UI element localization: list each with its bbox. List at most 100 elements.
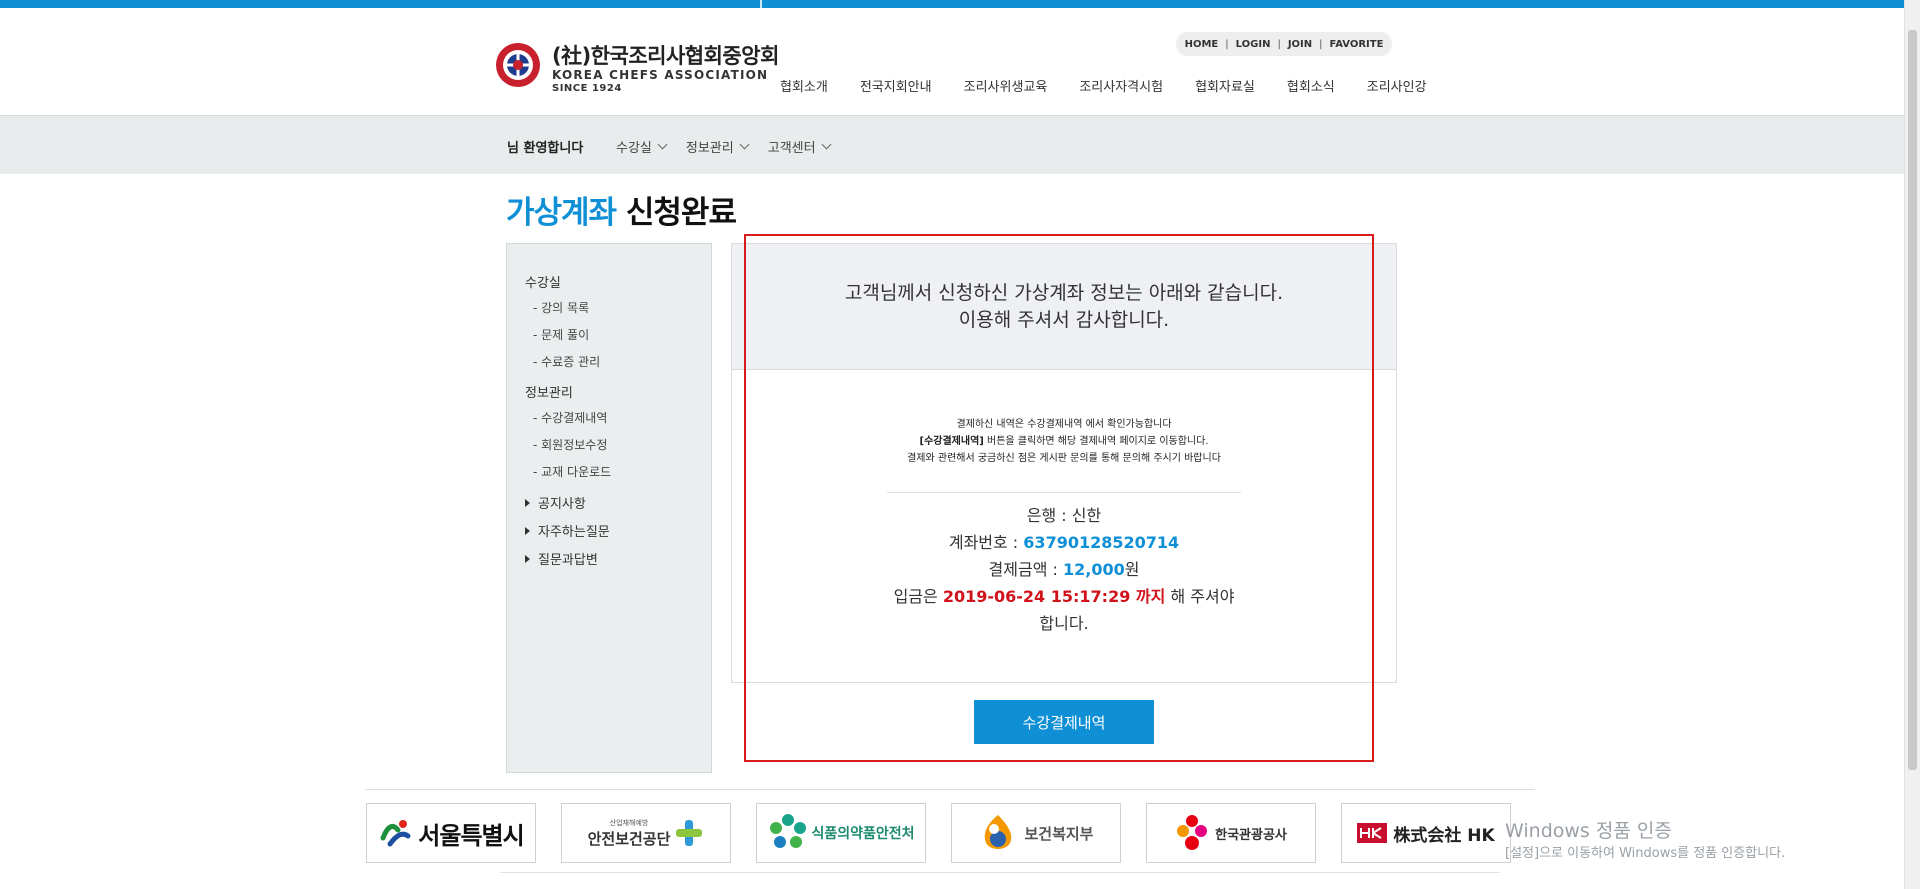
- sidebar-group-classroom[interactable]: 수강실: [525, 272, 561, 291]
- submenu-info-management[interactable]: 정보관리: [685, 137, 750, 156]
- util-separator: |: [1277, 38, 1281, 50]
- util-separator: |: [1319, 38, 1323, 50]
- sidebar-link-label: 공지사항: [538, 497, 586, 512]
- caret-right-icon: [525, 498, 530, 507]
- sidebar-item-problem-solving[interactable]: - 문제 풀이: [533, 326, 589, 343]
- member-menu: 수강실 정보관리 고객센터: [616, 137, 850, 156]
- sidebar-link-faq[interactable]: 자주하는질문: [525, 521, 610, 540]
- sidebar-link-label: 질문과답변: [538, 553, 598, 568]
- deadline-prefix: 입금은: [893, 587, 943, 606]
- message-line-2: 이용해 주셔서 감사합니다.: [958, 309, 1170, 331]
- association-emblem-icon: [496, 43, 540, 87]
- sidebar-item-edit-profile[interactable]: - 회원정보수정: [533, 436, 607, 453]
- mohw-logo-icon: [985, 815, 1012, 849]
- notice-line-1: 결제하신 내역은 수강결제내역 에서 확인가능합니다: [956, 419, 1172, 430]
- logo-english-name: KOREA CHEFS ASSOCIATION: [552, 68, 769, 82]
- scrollbar-thumb[interactable]: [1908, 30, 1917, 770]
- caret-right-icon: [525, 554, 530, 563]
- bank-label: 은행 :: [1026, 506, 1072, 525]
- partner-name: 안전보건공단: [587, 829, 671, 848]
- mfds-logo-icon: [770, 814, 807, 848]
- top-bar-divider: [760, 0, 762, 8]
- nav-resources[interactable]: 협회자료실: [1195, 76, 1255, 95]
- message-line-1: 고객님께서 신청하신 가상계좌 정보는 아래와 같습니다.: [844, 282, 1284, 304]
- submenu-label: 정보관리: [685, 141, 734, 156]
- deadline-row: 입금은 2019-06-24 15:17:29 까지 해 주셔야 합니다.: [887, 583, 1241, 637]
- util-favorite-link[interactable]: FAVORITE: [1330, 39, 1384, 50]
- notice-line-2-rest: 버튼을 클릭하면 해당 결제내역 페이지로 이동합니다.: [983, 436, 1209, 447]
- partner-kosha[interactable]: 산업재해예방 안전보건공단: [561, 803, 731, 863]
- sidebar: 수강실 - 강의 목록 - 문제 풀이 - 수료증 관리 정보관리 - 수강결제…: [506, 243, 712, 773]
- bank-value: 신한: [1071, 506, 1102, 525]
- main-navigation: 협회소개 전국지회안내 조리사위생교육 조리사자격시험 협회자료실 협회소식 조…: [780, 76, 1427, 95]
- account-number-label: 계좌번호 :: [948, 533, 1024, 552]
- partner-mohw[interactable]: 보건복지부: [951, 803, 1121, 863]
- nav-online-lectures[interactable]: 조리사인강: [1367, 76, 1427, 95]
- footer-divider: [365, 789, 1535, 790]
- cross-logo-icon: [676, 820, 703, 846]
- notice-line-2: [수강결제내역] 버튼을 클릭하면 해당 결제내역 페이지로 이동합니다.: [732, 433, 1396, 450]
- page-title-rest: 신청완료: [616, 195, 737, 231]
- logo-since: SINCE 1924: [552, 83, 622, 94]
- page-title-highlight: 가상계좌: [506, 195, 617, 231]
- nav-about[interactable]: 협회소개: [780, 76, 828, 95]
- partner-kto[interactable]: 한국관광공사: [1146, 803, 1316, 863]
- util-join-link[interactable]: JOIN: [1288, 39, 1312, 50]
- sidebar-link-qna[interactable]: 질문과답변: [525, 549, 598, 568]
- amount-label: 결제금액 :: [988, 560, 1063, 579]
- welcome-text: 님 환영합니다: [507, 141, 584, 156]
- nav-branches[interactable]: 전국지회안내: [860, 76, 932, 95]
- amount-value: 12,000: [1062, 560, 1125, 579]
- logo-korean-name: (社)한국조리사협회중앙회: [552, 44, 779, 68]
- sidebar-item-certificate[interactable]: - 수료증 관리: [533, 353, 600, 370]
- member-subbar: 님 환영합니다 수강실 정보관리 고객센터: [0, 115, 1920, 174]
- sidebar-item-textbook-download[interactable]: - 교재 다운로드: [533, 463, 611, 480]
- submenu-classroom[interactable]: 수강실: [616, 137, 668, 156]
- partner-name: 서울특별시: [418, 821, 524, 850]
- partner-caption: 산업재해예방: [609, 818, 649, 827]
- sidebar-link-label: 자주하는질문: [538, 525, 610, 540]
- partner-mfds[interactable]: 식품의약품안전처: [756, 803, 926, 863]
- submenu-customer-center[interactable]: 고객센터: [767, 137, 832, 156]
- nav-news[interactable]: 협회소식: [1287, 76, 1335, 95]
- chevron-down-icon: [821, 139, 832, 150]
- site-logo[interactable]: (社)한국조리사협회중앙회 KOREA CHEFS ASSOCIATION SI…: [494, 38, 779, 98]
- account-info: 은행 : 신한 계좌번호 : 63790128520714 결제금액 : 12,…: [732, 502, 1396, 637]
- windows-activation-subtitle: [설정]으로 이동하여 Windows를 정품 인증합니다.: [1505, 846, 1786, 861]
- notice-line-3: 결제와 관련해서 궁금하신 점은 게시판 문의를 통해 문의해 주시기 바랍니다: [907, 453, 1221, 464]
- amount-unit: 원: [1124, 560, 1140, 579]
- amount-row: 결제금액 : 12,000원: [732, 556, 1396, 583]
- chevron-down-icon: [739, 139, 750, 150]
- hk-logo-icon: [1357, 823, 1388, 843]
- util-separator: |: [1225, 38, 1229, 50]
- windows-activation-title: Windows 정품 인증: [1505, 820, 1672, 842]
- account-number-row: 계좌번호 : 63790128520714: [732, 529, 1396, 556]
- page-title: 가상계좌 신청완료: [506, 187, 737, 232]
- footer-bottom-line: [500, 872, 1500, 873]
- content-divider: [887, 492, 1241, 493]
- util-home-link[interactable]: HOME: [1185, 39, 1219, 50]
- sidebar-group-info[interactable]: 정보관리: [525, 382, 573, 401]
- payment-notice: 결제하신 내역은 수강결제내역 에서 확인가능합니다 [수강결제내역] 버튼을 …: [732, 416, 1396, 467]
- chevron-down-icon: [657, 139, 668, 150]
- partner-name: 株式会社 HK: [1393, 825, 1495, 846]
- seoul-logo-icon: [380, 820, 411, 847]
- partner-hk[interactable]: 株式会社 HK: [1341, 803, 1511, 863]
- partner-name: 한국관광공사: [1215, 827, 1287, 843]
- notice-line-2-strong: [수강결제내역]: [919, 436, 984, 447]
- partner-seoul[interactable]: 서울특별시: [366, 803, 536, 863]
- nav-license-exam[interactable]: 조리사자격시험: [1079, 76, 1163, 95]
- vertical-scrollbar[interactable]: [1904, 0, 1920, 889]
- sidebar-item-lecture-list[interactable]: - 강의 목록: [533, 299, 589, 316]
- submenu-label: 고객센터: [767, 141, 816, 156]
- kto-logo-icon: [1177, 815, 1208, 850]
- payment-history-button[interactable]: 수강결제내역: [974, 700, 1154, 744]
- partner-name: 식품의약품안전처: [811, 826, 915, 842]
- sidebar-item-payment-history[interactable]: - 수강결제내역: [533, 409, 607, 426]
- submenu-label: 수강실: [616, 141, 652, 156]
- message-box: 고객님께서 신청하신 가상계좌 정보는 아래와 같습니다. 이용해 주셔서 감사…: [732, 244, 1396, 370]
- nav-hygiene-education[interactable]: 조리사위생교육: [964, 76, 1048, 95]
- util-login-link[interactable]: LOGIN: [1236, 39, 1271, 50]
- sidebar-link-notice[interactable]: 공지사항: [525, 493, 586, 512]
- deadline-value: 2019-06-24 15:17:29 까지: [942, 587, 1166, 606]
